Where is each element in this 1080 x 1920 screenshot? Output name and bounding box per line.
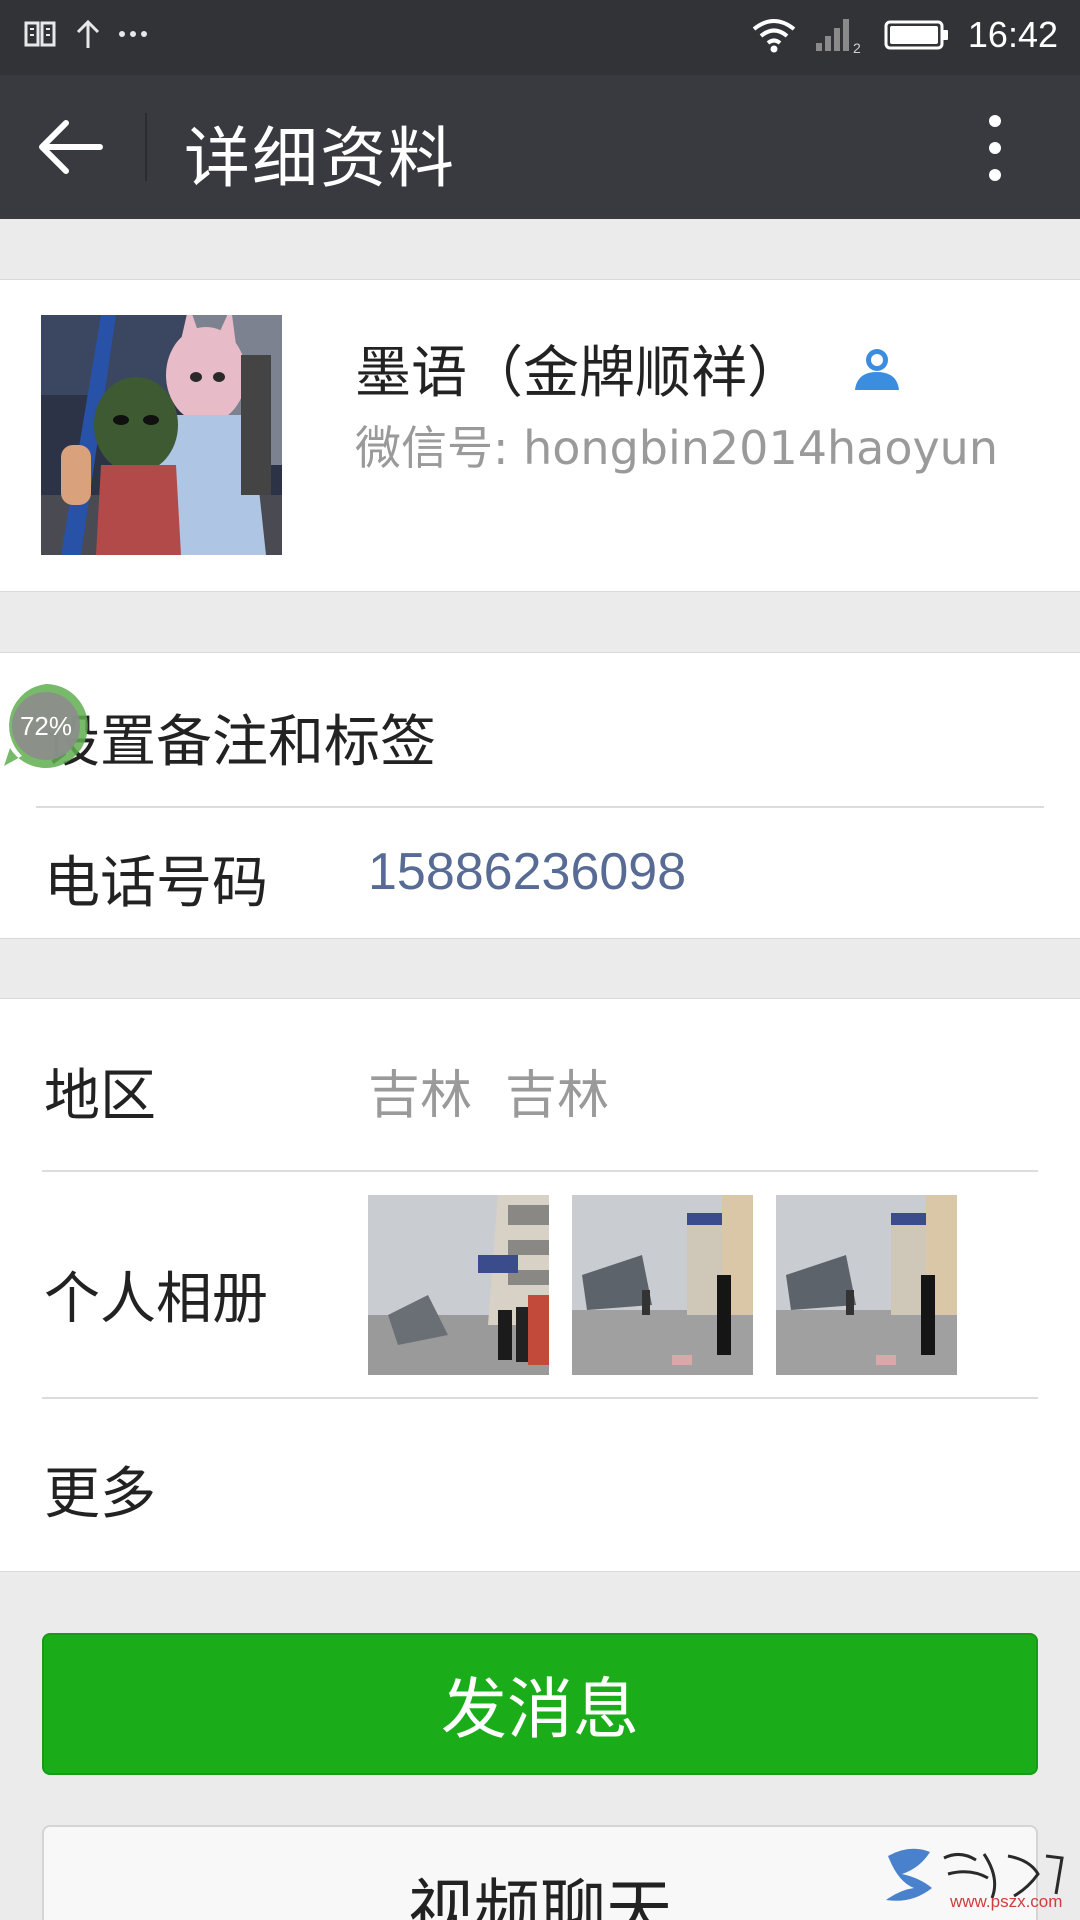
status-bar: 2 16:42 bbox=[0, 0, 1080, 75]
title-divider bbox=[145, 113, 147, 181]
upload-icon bbox=[76, 19, 100, 48]
region-value: 吉林 吉林 bbox=[368, 1066, 610, 1126]
region-row: 地区 吉林 吉林 bbox=[0, 999, 1080, 1171]
remark-label: 设置备注和标签 bbox=[44, 710, 436, 775]
profile-name-row: 墨语（金牌顺祥） bbox=[355, 328, 901, 409]
album-label: 个人相册 bbox=[44, 1267, 268, 1332]
phone-number-link[interactable]: 15886236098 bbox=[368, 842, 686, 902]
notification-icon bbox=[24, 21, 56, 47]
arrow-left-icon[interactable] bbox=[36, 115, 106, 179]
more-vertical-icon[interactable] bbox=[980, 113, 1010, 183]
status-right-icons: 2 16:42 bbox=[752, 14, 1058, 56]
wifi-icon bbox=[752, 19, 796, 53]
page-title: 详细资料 bbox=[184, 120, 456, 197]
watermark-url: www.pszx.com bbox=[950, 1892, 1063, 1911]
album-photo[interactable] bbox=[368, 1195, 549, 1375]
profile-card: 墨语（金牌顺祥） 微信号: hongbin2014haoyun bbox=[0, 279, 1080, 592]
signal-icon: 2 bbox=[815, 19, 861, 55]
phone-row: 电话号码 15886236098 bbox=[0, 808, 1080, 939]
contact-person-icon bbox=[855, 348, 899, 390]
avatar[interactable] bbox=[41, 315, 282, 555]
signal-sim-label: 2 bbox=[853, 40, 861, 55]
floating-progress-badge[interactable]: 72% bbox=[0, 680, 92, 772]
phone-label: 电话号码 bbox=[44, 851, 268, 916]
title-bar: 详细资料 bbox=[0, 75, 1080, 219]
remark-row[interactable]: 设置备注和标签 bbox=[0, 653, 1080, 807]
region-label: 地区 bbox=[44, 1064, 156, 1129]
more-label: 更多 bbox=[44, 1462, 156, 1527]
album-photo[interactable] bbox=[572, 1195, 753, 1375]
floating-badge-text: 72% bbox=[20, 711, 72, 741]
album-photo[interactable] bbox=[776, 1195, 957, 1375]
more-row[interactable]: 更多 bbox=[0, 1399, 1080, 1571]
profile-name: 墨语（金牌顺祥） bbox=[355, 341, 803, 406]
battery-icon bbox=[884, 20, 948, 50]
info-section: 地区 吉林 吉林 个人相册 更多 bbox=[0, 998, 1080, 1572]
more-notifications-icon bbox=[119, 31, 147, 37]
status-left-icons bbox=[22, 18, 148, 50]
wechat-id: 微信号: hongbin2014haoyun bbox=[355, 421, 998, 475]
status-time: 16:42 bbox=[967, 14, 1058, 55]
remark-phone-section: 设置备注和标签 电话号码 15886236098 bbox=[0, 652, 1080, 939]
send-message-button[interactable]: 发消息 bbox=[42, 1633, 1038, 1775]
